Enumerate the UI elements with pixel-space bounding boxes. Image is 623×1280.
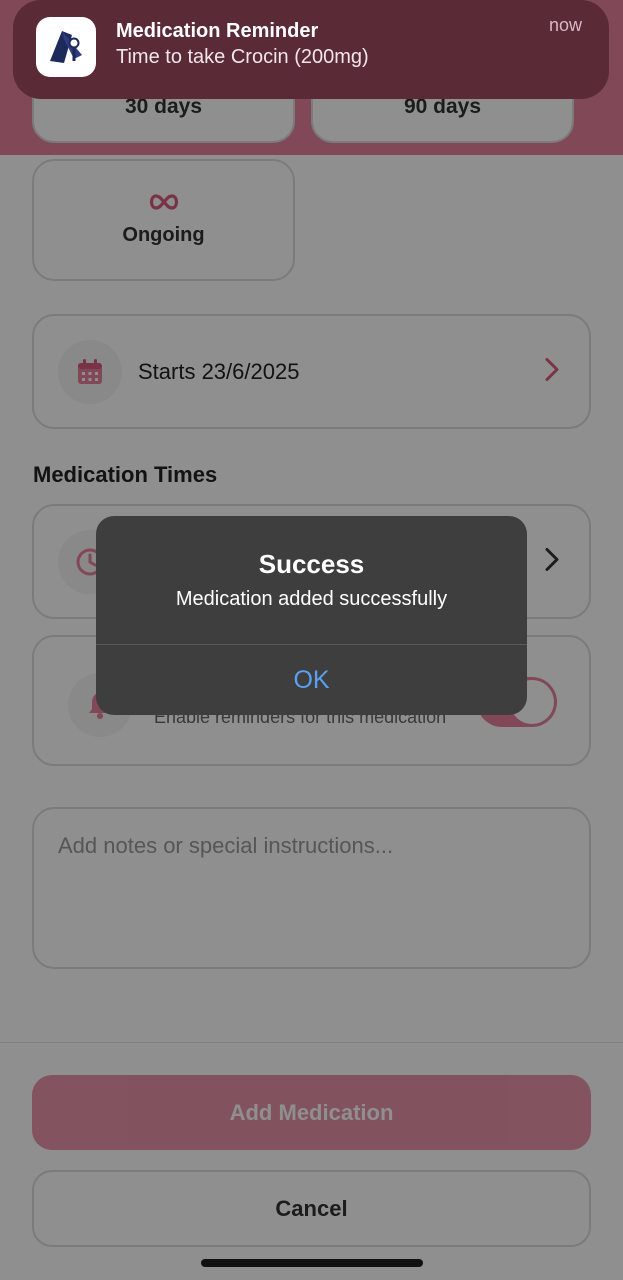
notification-banner[interactable]: Medication Reminder Time to take Crocin … — [13, 0, 609, 99]
home-indicator[interactable] — [201, 1259, 423, 1267]
notification-body: Time to take Crocin (200mg) — [116, 46, 369, 68]
success-alert: Success Medication added successfully OK — [96, 516, 527, 715]
notification-time: now — [548, 15, 582, 35]
app-logo-icon — [36, 17, 96, 77]
alert-message: Medication added successfully — [175, 588, 448, 610]
alert-ok-button[interactable]: OK — [96, 645, 527, 715]
alert-title: Success — [258, 549, 365, 579]
notification-title: Medication Reminder — [116, 20, 319, 42]
